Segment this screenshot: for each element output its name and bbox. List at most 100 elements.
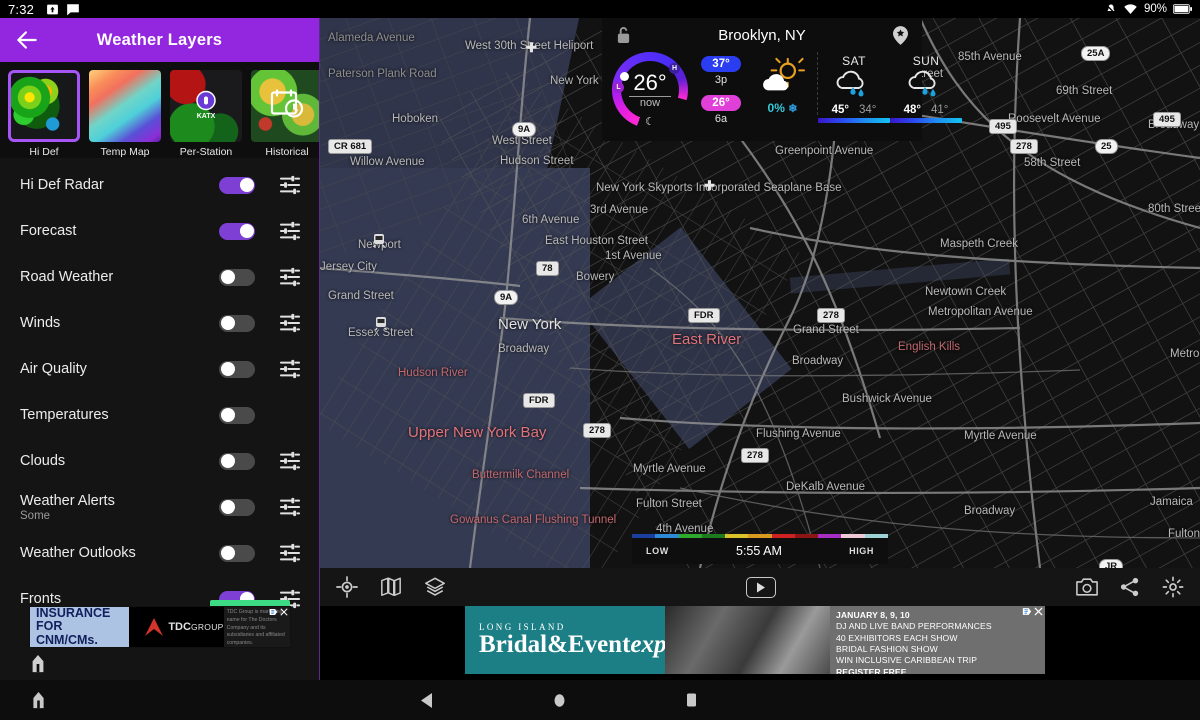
adchoices-icon[interactable] — [1022, 607, 1032, 616]
play-button[interactable] — [746, 576, 776, 598]
current-time-label: now — [639, 97, 661, 109]
helipad-icon: ✚ — [526, 40, 537, 55]
recents-square-icon[interactable] — [686, 693, 697, 707]
thumbnail-temp-map[interactable]: Temp Map — [89, 70, 161, 158]
forecast-day[interactable]: SAT 45° 34° — [818, 54, 890, 123]
thumbnail-label: Hi Def — [29, 146, 59, 158]
location-pin-icon[interactable] — [893, 25, 908, 45]
layer-toggle[interactable] — [219, 406, 255, 424]
layer-settings-sliders-icon[interactable] — [279, 267, 301, 287]
layer-row[interactable]: Road Weather — [0, 254, 319, 300]
history-clock-icon — [270, 89, 304, 124]
scale-swatch — [655, 534, 679, 538]
layer-settings-sliders-icon[interactable] — [279, 451, 301, 471]
layer-toggle[interactable] — [219, 452, 255, 470]
layer-settings-sliders-icon[interactable] — [279, 543, 301, 563]
mute-bell-icon — [1106, 4, 1116, 14]
map-label: Hoboken — [392, 113, 439, 125]
rain-cloud-icon — [836, 70, 864, 97]
layer-settings-sliders-icon[interactable] — [279, 497, 301, 517]
ad-brand-name: Bridal&Eventexpo — [479, 631, 679, 658]
thumbnail-image[interactable]: KATX — [170, 70, 242, 142]
map-label: Myrtle Avenue — [964, 430, 1037, 442]
toggle-knob — [239, 178, 254, 192]
thumbnail-image[interactable] — [251, 70, 319, 142]
layer-toggle[interactable] — [219, 268, 255, 286]
toggle-knob — [220, 454, 235, 468]
timeline-high-label: HIGH — [849, 546, 874, 556]
panel-header: Weather Layers — [0, 18, 319, 62]
map-label: Bowery — [576, 271, 615, 283]
back-triangle-icon[interactable] — [420, 692, 433, 708]
layer-settings-sliders-icon[interactable] — [279, 175, 301, 195]
thumbnail-image[interactable] — [89, 70, 161, 142]
forecast-high: 48° — [903, 104, 921, 116]
scale-swatch — [748, 534, 772, 538]
forecast-day-name: SAT — [842, 54, 866, 68]
back-arrow-icon[interactable] — [14, 27, 40, 53]
close-ad-icon[interactable] — [1034, 607, 1043, 616]
layer-toggle[interactable] — [219, 314, 255, 332]
thumbnail-image[interactable] — [8, 70, 80, 142]
unlocked-padlock-icon[interactable] — [616, 26, 631, 44]
settings-gear-icon[interactable] — [1162, 576, 1184, 598]
home-monument-icon[interactable] — [29, 654, 47, 674]
layer-label-wrap: Clouds — [20, 453, 219, 469]
route-shield: CR 681 — [328, 139, 373, 154]
map-label: 80th Street — [1148, 203, 1200, 215]
layer-toggle[interactable] — [219, 176, 255, 194]
layers-icon[interactable] — [424, 576, 446, 598]
locate-icon[interactable] — [336, 576, 358, 598]
thumbnail-label: Historical — [265, 146, 309, 158]
layer-row[interactable]: Hi Def Radar — [0, 162, 319, 208]
radar-color-scale — [632, 534, 888, 538]
thumbnail-per-station[interactable]: KATX Per-Station — [170, 70, 242, 158]
layer-toggle[interactable] — [219, 544, 255, 562]
close-ad-icon[interactable] — [280, 608, 288, 616]
layer-row[interactable]: Air Quality — [0, 346, 319, 392]
layer-settings-sliders-icon[interactable] — [279, 313, 301, 333]
camera-icon[interactable] — [1076, 577, 1098, 597]
adchoices-icon[interactable] — [269, 608, 278, 616]
ad-choices-controls[interactable] — [269, 608, 288, 616]
weather-map[interactable]: Alameda Avenue West 30th Street Heliport P… — [320, 18, 1200, 568]
ad-disclaimer-area: TDC Group is marketing name for The Doct… — [223, 607, 290, 647]
ad-headline-line1: INSURANCE FOR — [36, 606, 111, 634]
layer-thumbnail-row: Hi Def Temp Map KATX Per-Station Histori… — [0, 62, 319, 158]
nav-buttons — [47, 692, 1070, 708]
layer-row[interactable]: Forecast — [0, 208, 319, 254]
layer-settings-sliders-icon[interactable] — [279, 359, 301, 379]
layer-label-wrap: Weather Alerts Some — [20, 493, 219, 522]
layer-settings-sliders-icon[interactable] — [279, 221, 301, 241]
radar-timeline-bar[interactable]: LOW 5:55 AM HIGH — [632, 534, 888, 564]
layer-label-wrap: Road Weather — [20, 269, 219, 285]
map-icon[interactable] — [380, 576, 402, 598]
layer-row[interactable]: Winds — [0, 300, 319, 346]
thumbnail-historical[interactable]: Historical — [251, 70, 319, 158]
scale-swatch — [701, 534, 726, 538]
map-label: Jamaica — [1150, 496, 1193, 508]
sidebar-advertisement[interactable]: INSURANCE FOR CNM/CMs. TDCGROUP TDC Grou… — [29, 606, 291, 648]
home-circle-icon[interactable] — [553, 693, 566, 708]
thumbnail-hi-def[interactable]: Hi Def — [8, 70, 80, 158]
precipitation-chance: 0% ❄ — [748, 101, 817, 115]
forecast-high: 45° — [831, 104, 849, 116]
layer-sublabel: Some — [20, 509, 51, 522]
home-monument-icon[interactable] — [30, 691, 47, 710]
map-label: Metro — [1170, 348, 1200, 360]
layer-toggle[interactable] — [219, 222, 255, 240]
forecast-day[interactable]: SUN 48° 41° — [890, 54, 962, 123]
layer-row[interactable]: Weather Outlooks — [0, 530, 319, 576]
layer-toggle[interactable] — [219, 498, 255, 516]
main-advertisement[interactable]: LONG ISLAND Bridal&Eventexpo JANUARY 8, … — [465, 606, 1045, 674]
layer-row[interactable]: Clouds — [0, 438, 319, 484]
toggle-knob — [220, 546, 235, 560]
layer-row[interactable]: Temperatures — [0, 392, 319, 438]
ad-choices-controls[interactable] — [1022, 607, 1043, 616]
share-icon[interactable] — [1120, 577, 1140, 597]
route-shield: 9A — [512, 122, 537, 137]
layer-toggle[interactable] — [219, 360, 255, 378]
weather-summary-card[interactable]: Brooklyn, NY H L 26° now ☾ 37° 3p 26° 6a… — [602, 18, 962, 141]
low-temp-pill: 26° — [701, 95, 741, 111]
layer-row[interactable]: Weather Alerts Some — [0, 484, 319, 530]
